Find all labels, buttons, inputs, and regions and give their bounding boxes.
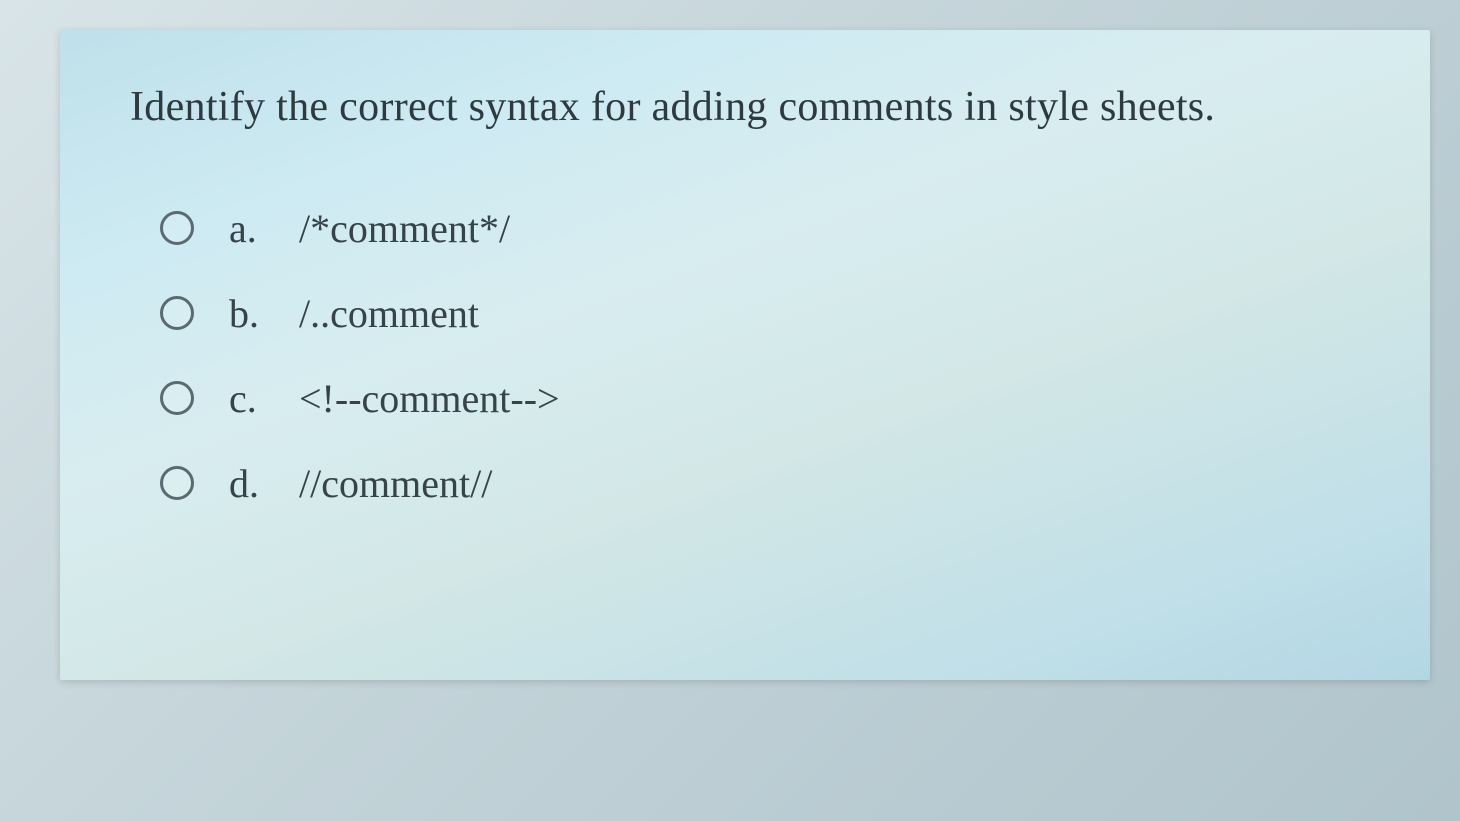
option-a-row[interactable]: a. /*comment*/: [160, 205, 1360, 252]
option-b-text: /..comment: [299, 290, 479, 337]
option-d-letter: d.: [229, 460, 299, 507]
radio-a[interactable]: [160, 211, 194, 245]
option-b-row[interactable]: b. /..comment: [160, 290, 1360, 337]
options-list: a. /*comment*/ b. /..comment c. <!--comm…: [130, 205, 1360, 507]
option-a-letter: a.: [229, 205, 299, 252]
radio-c[interactable]: [160, 381, 194, 415]
option-c-row[interactable]: c. <!--comment-->: [160, 375, 1360, 422]
option-c-text: <!--comment-->: [299, 375, 560, 422]
question-text: Identify the correct syntax for adding c…: [130, 80, 1360, 135]
radio-d[interactable]: [160, 466, 194, 500]
option-d-row[interactable]: d. //comment//: [160, 460, 1360, 507]
page-container: Identify the correct syntax for adding c…: [0, 0, 1460, 821]
option-b-letter: b.: [229, 290, 299, 337]
option-c-letter: c.: [229, 375, 299, 422]
radio-b[interactable]: [160, 296, 194, 330]
option-a-text: /*comment*/: [299, 205, 510, 252]
option-d-text: //comment//: [299, 460, 492, 507]
question-card: Identify the correct syntax for adding c…: [60, 30, 1430, 680]
